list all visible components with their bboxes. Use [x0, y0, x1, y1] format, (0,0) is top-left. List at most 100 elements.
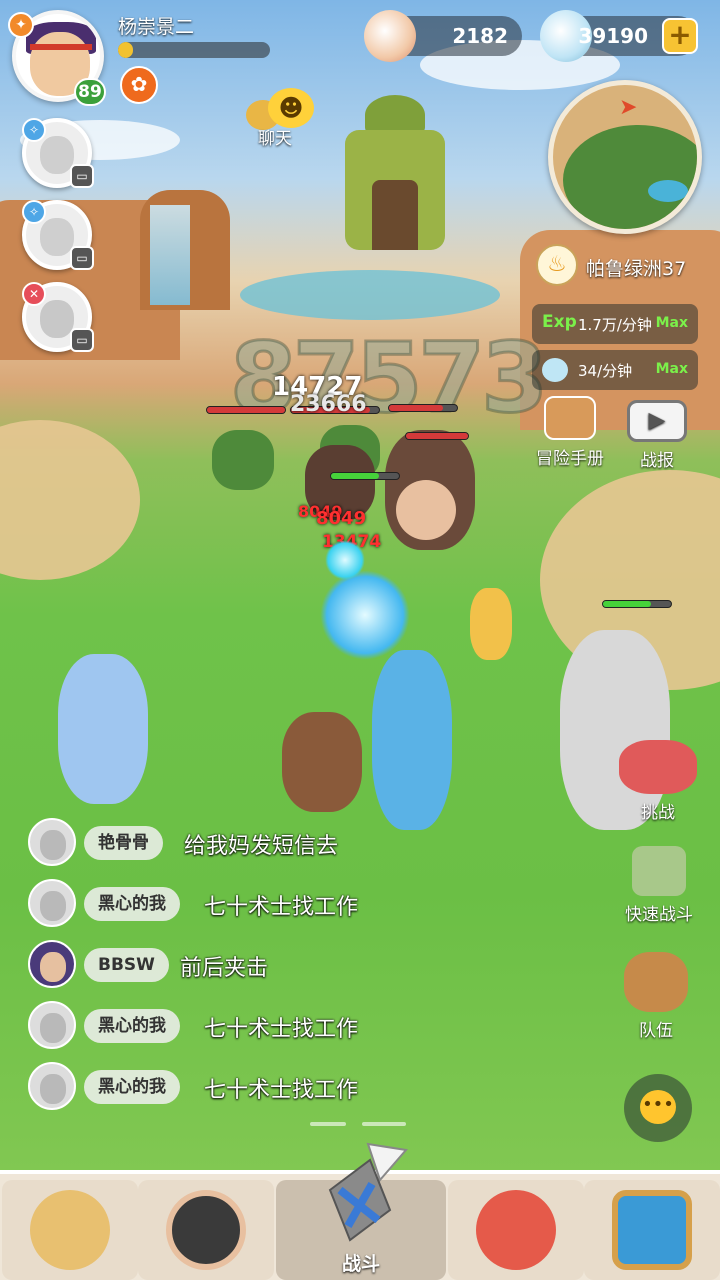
message-text: 七十术士找工作 [204, 1078, 359, 1103]
chat-message: 黑心的我 七十术士找工作 [28, 1062, 508, 1112]
pearl-shell-icon [364, 10, 416, 62]
sender-avatar[interactable] [28, 1062, 76, 1110]
water-element-icon: ✧ [22, 118, 46, 142]
sender-avatar[interactable] [28, 1001, 76, 1049]
shell-rate: 34/分钟 Max [532, 350, 698, 390]
message-text: 七十术士找工作 [204, 895, 359, 920]
shell-rate-value: 34/分钟 [578, 362, 633, 380]
hero-face-icon [166, 1190, 246, 1270]
page-indicator [310, 1122, 346, 1126]
handbook-label: 冒险手册 [536, 449, 604, 469]
chat-label: 聊天 [258, 129, 292, 149]
teammate-avatar[interactable]: ✧ ▭ [22, 118, 94, 188]
spectate-icon: ▭ [70, 328, 94, 352]
nav-tab-portal[interactable] [584, 1180, 720, 1280]
play-icon: ▶ [627, 400, 687, 442]
challenge-label: 挑战 [641, 803, 675, 823]
magic-orb [320, 570, 410, 660]
enemy-hp-bar [330, 472, 400, 480]
portal-icon [612, 1190, 692, 1270]
damage-number: 8049 [316, 508, 367, 529]
message-text: 前后夹击 [180, 956, 269, 981]
exp-label: Exp [542, 312, 577, 332]
adventure-handbook-button[interactable]: 冒险手册 [530, 396, 610, 469]
team-icon [624, 952, 688, 1012]
battle-tab-label: 战斗 [341, 1253, 380, 1275]
message-text: 给我妈发短信去 [184, 834, 339, 859]
pond [240, 270, 500, 320]
ally-hp-bar [602, 600, 672, 608]
smiley-chat-icon: ☻ [268, 88, 314, 128]
player-xp-bar [118, 42, 270, 58]
bear-belly [396, 480, 456, 540]
quick-battle-button[interactable]: 快速战斗 [616, 846, 702, 925]
enemy-hp-bar [388, 404, 458, 412]
spectate-icon: ▭ [70, 164, 94, 188]
exp-rate-value: 1.7万/分钟 [578, 316, 652, 334]
horned-beast-icon [30, 1190, 110, 1270]
sender-name[interactable]: BBSW [84, 948, 169, 982]
enemy-hp-bar [206, 406, 286, 414]
sender-avatar[interactable] [28, 940, 76, 988]
battle-report-button[interactable]: ▶ 战报 [622, 400, 692, 471]
message-text: 七十术士找工作 [204, 1017, 359, 1042]
magic-orb [325, 540, 365, 580]
chat-open-button[interactable]: ••• [624, 1074, 692, 1142]
nav-tab-hero[interactable] [138, 1180, 274, 1280]
chat-button[interactable]: ☻ 聊天 [244, 88, 320, 149]
battle-sword-icon [328, 1142, 408, 1242]
chat-message: 艳骨骨 给我妈发短信去 [28, 818, 508, 868]
chat-message: BBSW 前后夹击 [28, 940, 508, 990]
red-dino-icon [476, 1190, 556, 1270]
enemy-cactus [212, 430, 274, 490]
nav-tab-dino[interactable] [448, 1180, 584, 1280]
buff-icon[interactable]: ✿ [120, 66, 158, 104]
player-level-badge: 89 [74, 78, 106, 106]
pearl-count: 2182 [452, 24, 508, 48]
shell-max-label: Max [655, 361, 688, 377]
spectate-icon: ▭ [70, 246, 94, 270]
enemy-hp-bar [405, 432, 469, 440]
lamp-icon: ♨ [536, 244, 578, 286]
stone-tower [330, 95, 460, 275]
water-element-icon: ✧ [22, 200, 46, 224]
chat-bubble-icon: ••• [640, 1090, 676, 1124]
exp-rate: Exp 1.7万/分钟 Max [532, 304, 698, 344]
player-name: 杨崇景二 [118, 16, 195, 38]
sender-name[interactable]: 艳骨骨 [84, 826, 163, 860]
challenge-button[interactable]: 挑战 [612, 740, 704, 823]
team-button[interactable]: 队伍 [618, 952, 694, 1041]
sender-name[interactable]: 黑心的我 [84, 1070, 180, 1104]
waterfall [150, 205, 190, 305]
sender-avatar[interactable] [28, 879, 76, 927]
sender-name[interactable]: 黑心的我 [84, 1009, 180, 1043]
ally-tree-creature [282, 712, 362, 812]
map-arrow-icon: ➤ [619, 95, 638, 120]
ally-archer-girl [58, 654, 148, 804]
chat-message: 黑心的我 七十术士找工作 [28, 1001, 508, 1051]
minimap[interactable]: ➤ [548, 80, 702, 234]
dragon-icon [619, 740, 697, 794]
sender-name[interactable]: 黑心的我 [84, 887, 180, 921]
nav-tab-pets[interactable] [2, 1180, 138, 1280]
ally-tiger [470, 588, 512, 660]
page-indicator [362, 1122, 406, 1126]
sword-element-icon: ✕ [22, 282, 46, 306]
teammate-avatar[interactable]: ✕ ▭ [22, 282, 94, 352]
report-label: 战报 [640, 451, 674, 471]
book-icon [544, 396, 596, 440]
pearl-counter[interactable]: 2182 [364, 10, 522, 62]
fire-element-icon: ✦ [8, 12, 34, 38]
ally-hero [372, 650, 452, 830]
quick-battle-label: 快速战斗 [625, 905, 693, 925]
sand-path [0, 420, 140, 580]
sender-avatar[interactable] [28, 818, 76, 866]
team-label: 队伍 [639, 1021, 673, 1041]
shell-count: 39190 [578, 24, 648, 48]
add-currency-button[interactable]: + [662, 18, 698, 54]
exp-max-label: Max [655, 315, 688, 331]
damage-number: 23666 [290, 392, 367, 417]
shell-rate-icon [542, 358, 568, 382]
teammate-avatar[interactable]: ✧ ▭ [22, 200, 94, 270]
stone-idol-icon [632, 846, 686, 896]
